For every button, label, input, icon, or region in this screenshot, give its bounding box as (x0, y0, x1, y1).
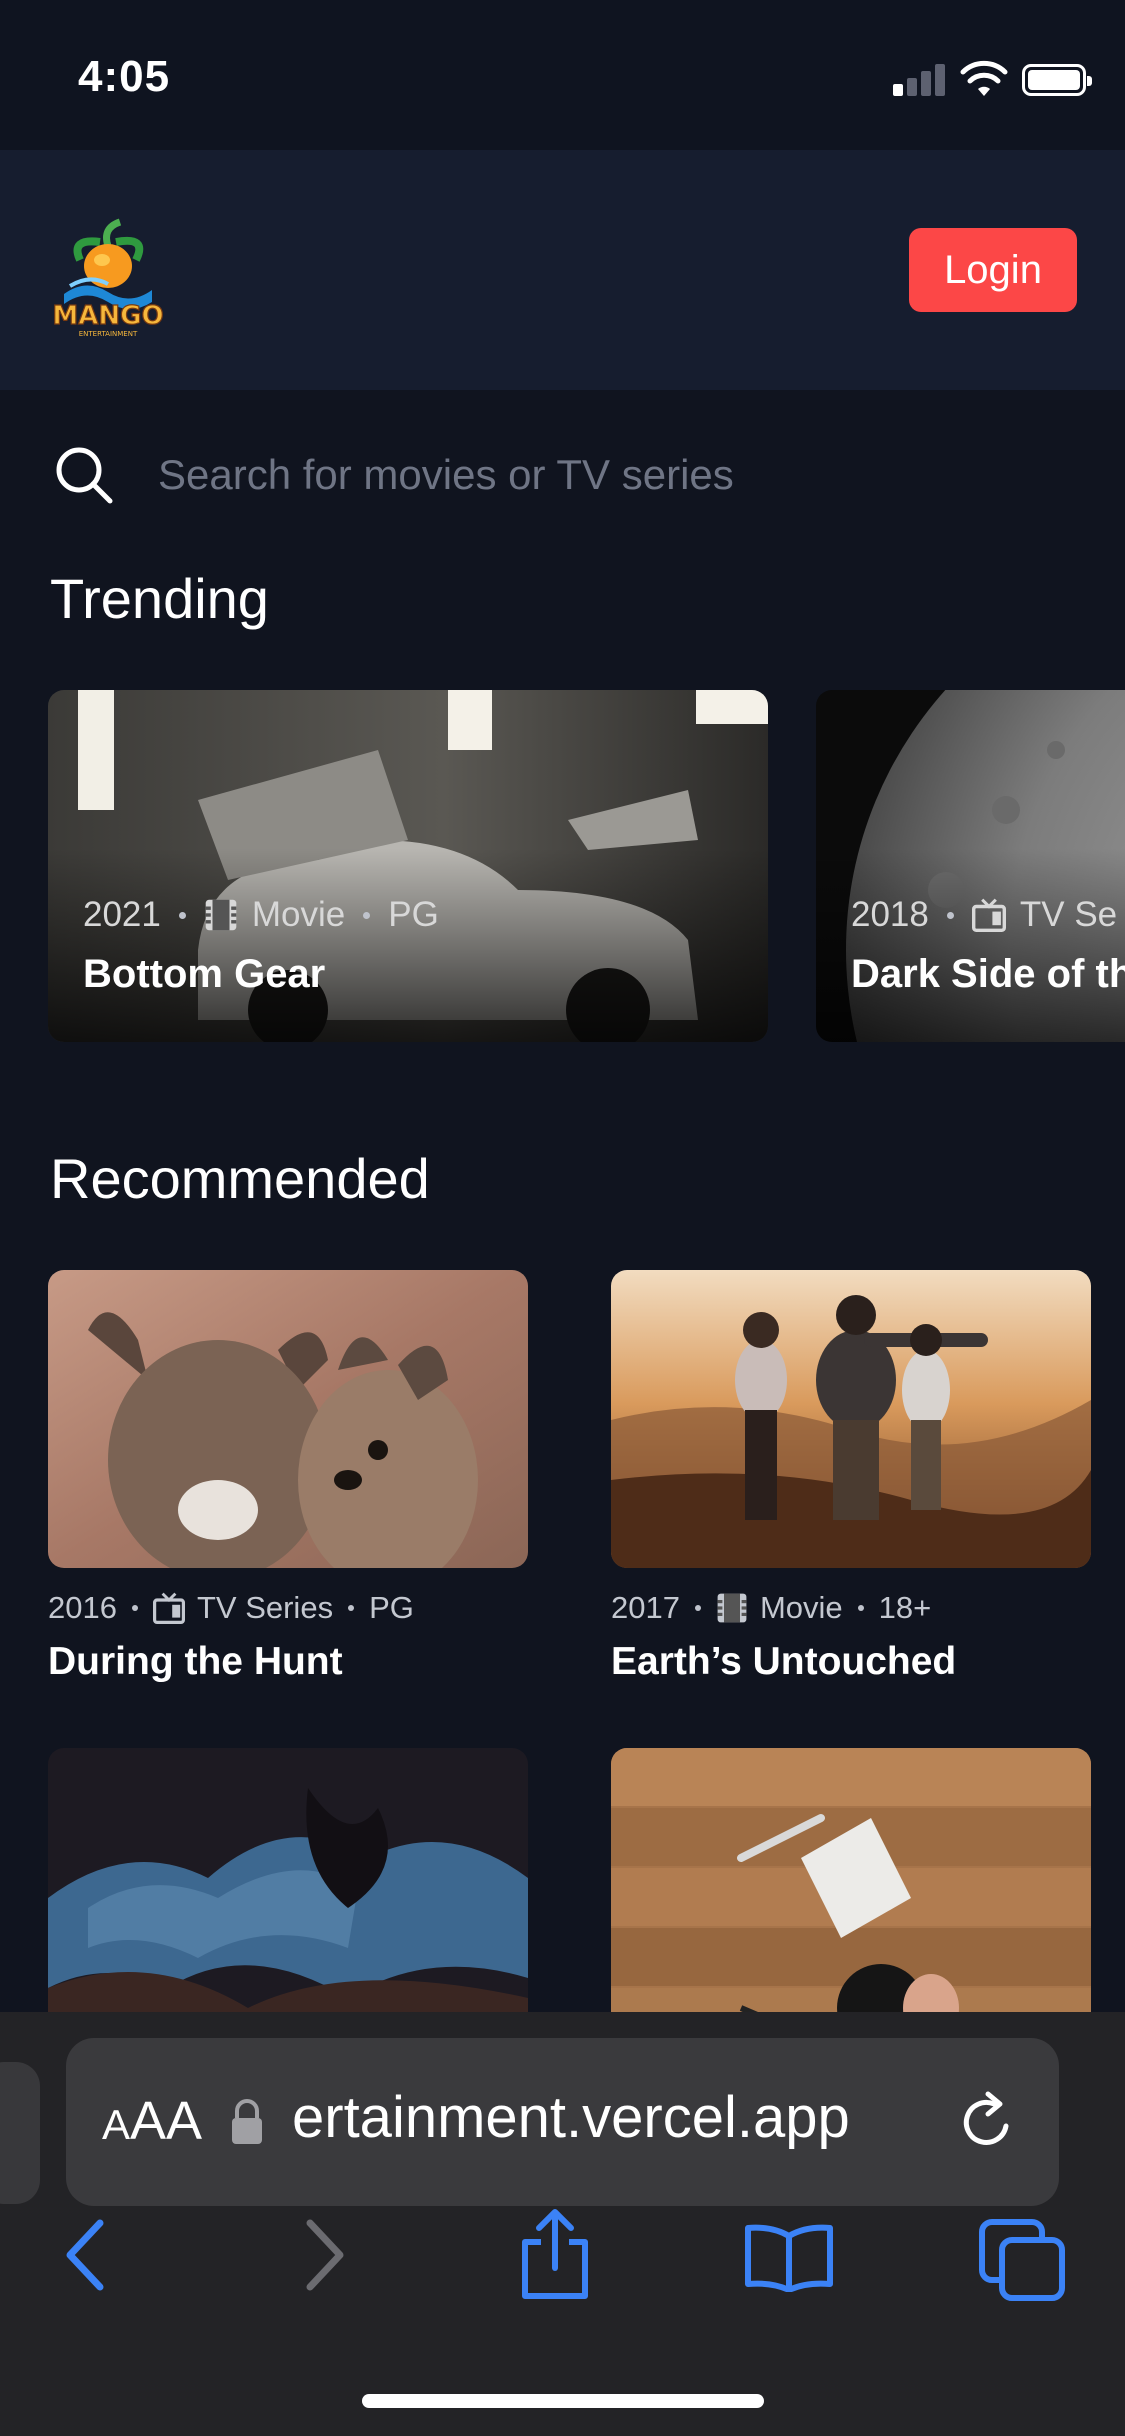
app-header: MANGO ENTERTAINMENT Login (0, 150, 1125, 390)
separator-dot (363, 911, 371, 919)
trending-meta: 2021 Movie PG (83, 895, 439, 935)
rating-label: PG (388, 895, 439, 934)
category-label: TV Series (196, 1590, 334, 1625)
cellular-signal-icon (893, 62, 947, 96)
separator-dot (946, 911, 954, 919)
trending-title: Bottom Gear (83, 952, 326, 996)
forward-icon[interactable] (300, 2215, 350, 2295)
recommended-meta: 2017 Movie 18+ (611, 1590, 1091, 1626)
recommended-thumbnail (611, 1270, 1091, 1568)
recommended-title: During the Hunt (48, 1640, 343, 1683)
category-label: Movie (251, 895, 346, 934)
rating-label: 18+ (878, 1590, 932, 1625)
tv-icon (971, 898, 1006, 932)
back-icon[interactable] (60, 2215, 110, 2295)
trending-card-bottom-gear[interactable]: 2021 Movie PG Bottom Gear (48, 690, 768, 1042)
app-screen: 4:05 MANGO ENTERTAINMENT Login Search fo… (0, 0, 1125, 2436)
wifi-icon (960, 60, 1008, 96)
recommended-thumbnail (611, 1748, 1091, 2048)
movie-icon (205, 899, 237, 931)
status-bar: 4:05 (0, 0, 1125, 150)
separator-dot (857, 1605, 864, 1611)
recommended-title: Earth’s Untouched (611, 1640, 957, 1683)
recommended-heading: Recommended (50, 1147, 430, 1210)
svg-text:MANGO: MANGO (52, 301, 163, 331)
recommended-card-earths-untouched[interactable]: 2017 Movie 18+ Earth’s Untouched (611, 1270, 1091, 1684)
trending-meta: 2018 TV Se (851, 895, 1117, 935)
address-bar[interactable]: AAA ertainment.vercel.app (66, 2038, 1059, 2206)
search-icon[interactable] (52, 443, 116, 507)
status-time: 4:05 (78, 52, 171, 101)
recommended-card-during-the-hunt[interactable]: 2016 TV Series PG During the Hunt (48, 1270, 528, 1684)
search-bar (52, 440, 1072, 510)
recommended-card-cave[interactable] (48, 1748, 528, 2048)
recommended-meta: 2016 TV Series PG (48, 1590, 528, 1626)
reader-settings-button[interactable]: AAA (102, 2090, 202, 2152)
separator-dot (178, 911, 186, 919)
lock-icon (232, 2099, 262, 2144)
recommended-thumbnail (48, 1270, 528, 1568)
recommended-thumbnail (48, 1748, 528, 2048)
login-button[interactable]: Login (909, 228, 1077, 312)
url-text[interactable]: ertainment.vercel.app (292, 2084, 992, 2151)
bookmarks-icon[interactable] (742, 2222, 836, 2292)
trending-card-dark-side[interactable]: 2018 TV Se Dark Side of th (816, 690, 1125, 1042)
tabs-icon[interactable] (978, 2218, 1068, 2302)
category-label: TV Se (1019, 895, 1118, 934)
tv-icon (152, 1592, 185, 1624)
separator-dot (131, 1605, 138, 1611)
year-label: 2021 (83, 895, 161, 934)
category-label: Movie (759, 1590, 843, 1625)
svg-text:ENTERTAINMENT: ENTERTAINMENT (79, 330, 138, 338)
movie-icon (717, 1593, 747, 1623)
reload-icon[interactable] (954, 2090, 1020, 2156)
share-icon[interactable] (515, 2208, 595, 2300)
trending-heading: Trending (50, 567, 269, 630)
year-label: 2018 (851, 895, 929, 934)
previous-tab-preview[interactable] (0, 2062, 40, 2204)
mango-logo[interactable]: MANGO ENTERTAINMENT (50, 216, 166, 338)
separator-dot (694, 1605, 701, 1611)
home-indicator[interactable] (362, 2394, 764, 2408)
battery-icon (1022, 64, 1092, 96)
trending-title: Dark Side of th (851, 952, 1125, 996)
recommended-card-desk[interactable] (611, 1748, 1091, 2048)
year-label: 2017 (611, 1590, 680, 1625)
search-input[interactable] (158, 451, 1072, 499)
rating-label: PG (369, 1590, 414, 1625)
separator-dot (348, 1605, 355, 1611)
year-label: 2016 (48, 1590, 117, 1625)
